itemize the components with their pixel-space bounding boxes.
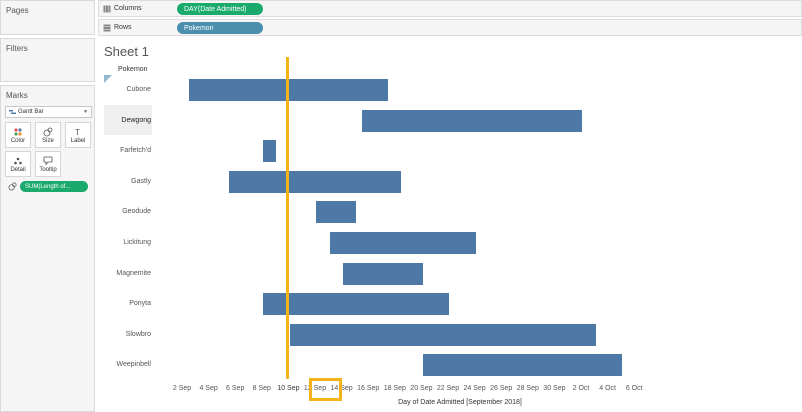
row-label[interactable]: Slowbro [103, 331, 151, 338]
detail-icon [14, 157, 22, 164]
gantt-bar[interactable] [263, 140, 277, 163]
columns-icon [103, 5, 111, 13]
reference-line [286, 57, 290, 379]
gantt-bar-icon [9, 110, 16, 114]
x-tick-label: 16 Sep [357, 385, 380, 392]
gantt-bar[interactable] [263, 293, 450, 316]
size-encoding-icon [8, 182, 17, 191]
row-label[interactable]: Cubone [103, 86, 151, 93]
filters-pane[interactable]: Filters [0, 38, 95, 82]
gantt-bar[interactable] [289, 323, 596, 346]
pages-title: Pages [6, 6, 29, 15]
x-tick-label: 2 Oct [572, 385, 590, 392]
gantt-bar[interactable] [422, 354, 623, 377]
gantt-bar[interactable] [228, 170, 402, 193]
sort-marker-icon [104, 75, 112, 83]
chevron-down-icon: ▼ [83, 109, 88, 115]
x-tick-label: 4 Oct [599, 385, 616, 392]
x-tick-label: 24 Sep [463, 385, 486, 392]
tooltip-button-label: Tooltip [39, 166, 57, 173]
detail-button-label: Detail [10, 166, 26, 173]
columns-pill[interactable]: DAY(Date Admitted) [177, 3, 263, 15]
rows-shelf[interactable]: Rows Pokemon [98, 19, 802, 36]
highlight-box [309, 378, 342, 401]
tooltip-icon [43, 156, 53, 166]
label-button-label: Label [70, 137, 86, 144]
rows-label: Rows [114, 24, 132, 31]
mark-type-select[interactable]: Gantt Bar ▼ [5, 106, 92, 118]
pages-pane[interactable]: Pages [0, 0, 95, 35]
gantt-plot[interactable] [153, 57, 802, 377]
x-tick-label: 8 Sep [252, 385, 271, 392]
detail-button[interactable]: Detail [5, 151, 31, 177]
color-button[interactable]: Color [5, 122, 31, 148]
x-tick-label: 6 Oct [625, 385, 643, 392]
row-label[interactable]: Gastly [103, 178, 151, 185]
label-button[interactable]: T Label [65, 122, 91, 148]
x-tick-label: 2 Sep [172, 385, 192, 392]
filters-title: Filters [6, 44, 28, 53]
rows-pill[interactable]: Pokemon [177, 22, 263, 34]
row-label[interactable]: Dewgong [103, 117, 151, 124]
color-button-label: Color [10, 137, 26, 144]
color-dots-icon [14, 127, 22, 136]
x-tick-label: 6 Sep [226, 385, 245, 392]
x-tick-label: 30 Sep [543, 385, 566, 392]
marks-title: Marks [6, 91, 28, 100]
gantt-bar[interactable] [342, 262, 423, 285]
sheet-title: Sheet 1 [104, 44, 149, 59]
row-header-pokemon[interactable]: Pokemon [118, 66, 148, 73]
gantt-bar[interactable] [329, 232, 476, 254]
size-icon [43, 127, 53, 136]
svg-text:T: T [75, 128, 80, 137]
size-button[interactable]: Size [35, 122, 61, 148]
x-tick-label: 10 Sep [277, 385, 300, 392]
size-button-label: Size [42, 137, 54, 144]
x-tick-label: 4 Sep [199, 385, 218, 392]
x-tick-label: 18 Sep [383, 385, 406, 392]
row-label[interactable]: Ponyta [103, 300, 151, 307]
gantt-bar[interactable] [361, 109, 583, 132]
x-tick-label: 20 Sep [410, 385, 433, 392]
row-label[interactable]: Magnemite [103, 270, 151, 277]
measure-pill[interactable]: SUM(Length of... [20, 181, 88, 192]
row-label[interactable]: Weepinbell [103, 361, 151, 368]
gantt-bar[interactable] [316, 201, 357, 224]
row-label[interactable]: Lickitung [103, 239, 151, 246]
columns-shelf[interactable]: Columns DAY(Date Admitted) [98, 0, 802, 17]
mark-type-label: Gantt Bar [18, 109, 44, 115]
x-tick-label: 26 Sep [490, 385, 513, 392]
x-tick-label: 28 Sep [516, 385, 539, 392]
label-icon: T [75, 128, 80, 137]
x-tick-label: 22 Sep [436, 385, 460, 392]
rows-icon [103, 24, 111, 32]
tooltip-button[interactable]: Tooltip [35, 151, 61, 177]
row-label[interactable]: Farfetch'd [103, 147, 151, 154]
columns-label: Columns [114, 5, 142, 12]
row-label[interactable]: Geodude [103, 208, 151, 215]
x-axis-title: Day of Date Admitted [September 2018] [398, 399, 522, 406]
